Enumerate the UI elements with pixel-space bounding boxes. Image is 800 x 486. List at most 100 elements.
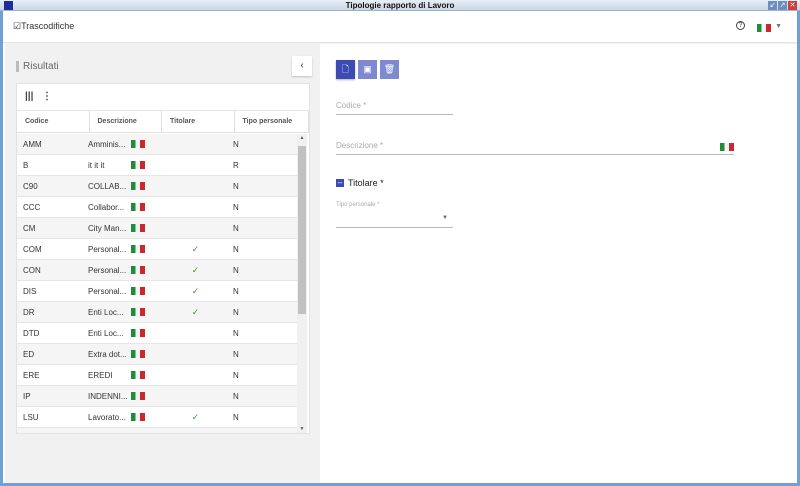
- detail-form: 🗋 ▣ 🗑 Codice * Descrizione * – Titolare *…: [320, 44, 797, 483]
- scroll-down-icon[interactable]: ▼: [297, 426, 307, 432]
- table-row[interactable]: DIS Personal... ✓ N: [17, 281, 298, 302]
- codice-input[interactable]: Codice *: [336, 101, 453, 115]
- italian-flag-icon[interactable]: [757, 24, 771, 32]
- table-row[interactable]: LSU Lavorato... ✓ N: [17, 407, 298, 428]
- italian-flag-icon: [131, 245, 145, 253]
- cell-codice: ND: [17, 434, 88, 435]
- cell-codice: CCC: [23, 202, 41, 212]
- italian-flag-icon: [131, 371, 145, 379]
- tipo-personale-select[interactable]: ▼: [336, 212, 453, 228]
- italian-flag-icon: [131, 224, 145, 232]
- cell-codice: IP: [23, 391, 31, 401]
- table-row[interactable]: CON Personal... ✓ N: [17, 260, 298, 281]
- cell-tipo-personale: N: [233, 202, 239, 212]
- italian-flag-icon: [131, 266, 145, 274]
- cell-descrizione: Lavorato...: [88, 413, 158, 422]
- columns-icon[interactable]: |||: [25, 91, 33, 102]
- table-row[interactable]: B it it it R: [17, 155, 298, 176]
- cell-titolare-check-icon: ✓: [191, 243, 200, 254]
- results-table: ||| ⋮ Codice Descrizione Titolare Tipo pe…: [16, 83, 310, 434]
- italian-flag-icon: [131, 161, 145, 169]
- cell-codice: AMM: [23, 139, 42, 149]
- cell-tipo-personale: N: [233, 181, 239, 191]
- new-document-button[interactable]: 🗋: [336, 60, 355, 79]
- cell-codice: DIS: [23, 286, 37, 296]
- save-button[interactable]: ▣: [358, 60, 377, 79]
- collapse-panel-button[interactable]: ‹: [292, 56, 312, 76]
- cell-codice: LSU: [23, 412, 39, 422]
- cell-descrizione: Amminis...: [88, 140, 158, 149]
- minimize-button[interactable]: ↙: [768, 1, 777, 10]
- more-vert-icon[interactable]: ⋮: [42, 91, 52, 102]
- table-row[interactable]: CCC Collabor... N: [17, 197, 298, 218]
- cell-tipo-personale: N: [233, 307, 239, 317]
- cell-descrizione: COLLAB...: [88, 182, 158, 191]
- descrizione-input[interactable]: Descrizione *: [336, 141, 734, 155]
- column-header-tipo-personale[interactable]: Tipo personale: [235, 111, 309, 132]
- dropdown-caret-icon: ▼: [442, 215, 448, 221]
- titolare-checkbox[interactable]: – Titolare *: [336, 178, 384, 188]
- column-header-descrizione[interactable]: Descrizione: [90, 111, 162, 132]
- cell-descrizione: Personal...: [88, 245, 158, 254]
- table-row[interactable]: CM City Man... N: [17, 218, 298, 239]
- column-header-titolare[interactable]: Titolare: [162, 111, 235, 132]
- table-row[interactable]: ED Extra dot... N: [17, 344, 298, 365]
- cell-descrizione: EREDI: [88, 371, 158, 380]
- cell-tipo-personale: N: [233, 223, 239, 233]
- cell-codice: DTD: [23, 328, 40, 338]
- delete-button[interactable]: 🗑: [380, 60, 399, 79]
- column-header-codice[interactable]: Codice: [17, 111, 90, 132]
- cell-descrizione: Collabor...: [88, 203, 158, 212]
- cell-titolare-check-icon: ✓: [191, 306, 200, 317]
- window-titlebar: Tipologie rapporto di Lavoro ↙ ↗ ✕: [0, 0, 800, 11]
- italian-flag-icon: [131, 203, 145, 211]
- cell-tipo-personale: R: [233, 160, 239, 170]
- italian-flag-icon: [131, 140, 145, 148]
- table-row[interactable]: C90 COLLAB... N: [17, 176, 298, 197]
- italian-flag-icon: [131, 413, 145, 421]
- cell-tipo-personale: N: [233, 286, 239, 296]
- italian-flag-icon: [131, 182, 145, 190]
- cell-codice: COM: [23, 244, 42, 254]
- cell-codice: DR: [23, 307, 35, 317]
- table-row[interactable]: DR Enti Loc... ✓ N: [17, 302, 298, 323]
- table-row[interactable]: AMM Amminis... N: [17, 134, 298, 155]
- cell-tipo-personale: N: [233, 328, 239, 338]
- table-scrollbar[interactable]: ▲ ▼: [297, 134, 307, 433]
- cell-descrizione: it it it: [88, 161, 158, 170]
- table-row[interactable]: COM Personal... ✓ N: [17, 239, 298, 260]
- close-button[interactable]: ✕: [788, 1, 797, 10]
- cell-descrizione: Personal...: [88, 287, 158, 296]
- checklist-icon: ☑: [13, 21, 22, 31]
- help-icon[interactable]: ?: [736, 21, 745, 30]
- window-title: Tipologie rapporto di Lavoro: [345, 1, 455, 10]
- brand[interactable]: ☑Trascodifiche: [13, 21, 74, 32]
- cell-titolare-check-icon: ✓: [191, 411, 200, 422]
- cell-tipo-personale: N: [233, 370, 239, 380]
- cell-tipo-personale: N: [233, 265, 239, 275]
- cell-descrizione: Extra dot...: [88, 350, 158, 359]
- app-header: ☑Trascodifiche ? ▼: [3, 11, 797, 43]
- cell-codice: CM: [23, 223, 36, 233]
- cell-titolare-check-icon: ✓: [191, 264, 200, 275]
- checkbox-indeterminate-icon: –: [336, 178, 344, 187]
- cell-codice: ERE: [23, 370, 40, 380]
- table-row[interactable]: IP INDENNI... N: [17, 386, 298, 407]
- cell-tipo-personale: N: [233, 349, 239, 359]
- maximize-button[interactable]: ↗: [778, 1, 787, 10]
- cell-tipo-personale: N: [233, 412, 239, 422]
- cell-codice: C90: [23, 181, 38, 191]
- table-row[interactable]: ERE EREDI N: [17, 365, 298, 386]
- cell-tipo-personale: N: [233, 391, 239, 401]
- cell-descrizione: Personal...: [88, 266, 158, 275]
- scroll-up-icon[interactable]: ▲: [297, 135, 307, 141]
- cell-descrizione: Enti Loc...: [88, 308, 158, 317]
- table-row[interactable]: ND Non def... N: [17, 428, 298, 435]
- cell-descrizione: Enti Loc...: [88, 329, 158, 338]
- scrollbar-thumb[interactable]: [298, 146, 306, 314]
- italian-flag-icon[interactable]: [720, 143, 734, 151]
- cell-tipo-personale: N: [233, 139, 239, 149]
- table-row[interactable]: DTD Enti Loc... N: [17, 323, 298, 344]
- cell-titolare-check-icon: ✓: [191, 285, 200, 296]
- language-dropdown-caret-icon[interactable]: ▼: [775, 23, 782, 30]
